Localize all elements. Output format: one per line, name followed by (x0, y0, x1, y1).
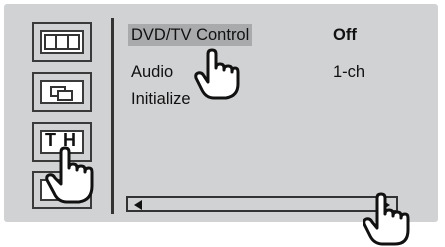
screen-mode-button[interactable] (32, 22, 92, 62)
menu-row-label: Audio (131, 63, 174, 81)
pointing-hand-icon (45, 146, 94, 204)
menu-divider (111, 18, 114, 214)
pointing-hand-icon (194, 48, 240, 100)
pointing-hand-icon (363, 192, 410, 246)
scroll-left-icon[interactable] (134, 200, 142, 210)
horizontal-scrollbar[interactable] (126, 196, 398, 212)
menu-row-value: Off (333, 26, 357, 44)
menu-row-label: DVD/TV Control (128, 24, 253, 46)
screen-mode-icon (40, 30, 84, 54)
picture-in-picture-button[interactable] (32, 72, 92, 112)
menu-row-label: Initialize (131, 90, 191, 108)
menu-row-value: 1-ch (333, 63, 366, 81)
picture-in-picture-icon (40, 80, 84, 104)
